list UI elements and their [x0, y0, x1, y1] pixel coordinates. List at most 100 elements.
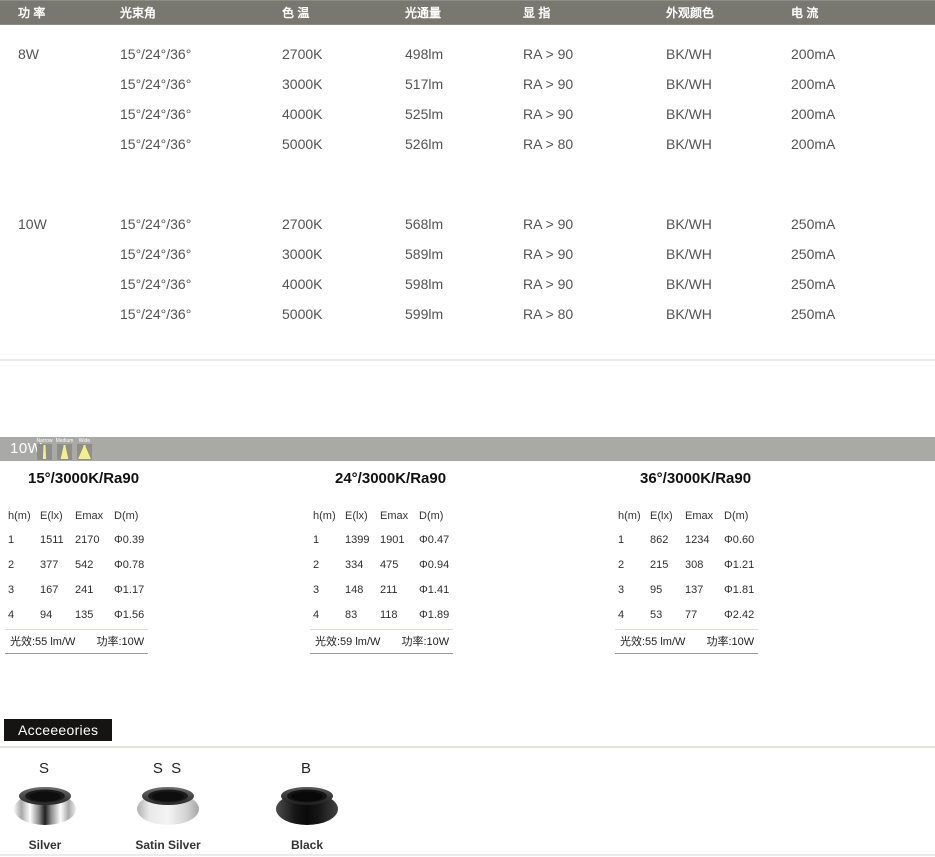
beam-medium: Medium [57, 438, 72, 460]
table-row: 3 95 137 Φ1.81 [610, 577, 935, 602]
cell-cri: RA > 90 [504, 246, 645, 262]
cell-luminous-flux: 599lm [384, 306, 504, 322]
table-row: 15°/24°/36° 5000K 599lm RA > 80 BK/WH 25… [0, 299, 935, 329]
table-row: 3 148 211 Φ1.41 [305, 577, 605, 602]
cell-beam-angle: 15°/24°/36° [102, 46, 263, 62]
beam-wide: Wide [77, 438, 92, 460]
narrow-beam-icon [37, 444, 52, 460]
accessory-black: B Black [262, 760, 352, 852]
medium-beam-icon [57, 444, 72, 460]
efficacy-value: 光效:59 lm/W [315, 636, 380, 648]
col-emax: Emax [685, 510, 724, 522]
table-row: 2 377 542 Φ0.78 [0, 552, 300, 577]
photometric-title: 24°/3000K/Ra90 [305, 470, 605, 488]
cell-current: 200mA [791, 136, 935, 152]
photometry-banner: 10W Narrow Medium Wide [0, 437, 935, 461]
cell-beam-angle: 15°/24°/36° [102, 306, 263, 322]
cell-cri: RA > 90 [504, 106, 645, 122]
col-emax: Emax [380, 510, 419, 522]
table-row: 10W 15°/24°/36° 2700K 568lm RA > 90 BK/W… [0, 209, 935, 239]
photometric-footer: 光效:59 lm/W 功率:10W [310, 629, 453, 654]
cell-color-temp: 2700K [263, 216, 384, 232]
photometric-footer: 光效:55 lm/W 功率:10W [615, 629, 758, 654]
col-e: E(lx) [40, 510, 75, 522]
table-row: 15°/24°/36° 5000K 526lm RA > 80 BK/WH 20… [0, 129, 935, 159]
cell-current: 250mA [791, 276, 935, 292]
col-h: h(m) [618, 510, 650, 522]
photometric-header: h(m) E(lx) Emax D(m) [610, 505, 935, 527]
section-divider [0, 359, 935, 361]
cell-current: 200mA [791, 46, 935, 62]
cell-luminous-flux: 568lm [384, 216, 504, 232]
table-row: 2 215 308 Φ1.21 [610, 552, 935, 577]
cell-luminous-flux: 598lm [384, 276, 504, 292]
cell-current: 250mA [791, 246, 935, 262]
col-header-power: 功 率 [0, 4, 102, 21]
spec-table-header: 功 率 光束角 色 温 光通量 显 指 外观颜色 电 流 [0, 0, 935, 25]
accessory-code: S S [123, 760, 213, 780]
col-emax: Emax [75, 510, 114, 522]
accessory-name: Satin Silver [123, 838, 213, 852]
table-row: 4 94 135 Φ1.56 [0, 602, 300, 627]
table-row: 2 334 475 Φ0.94 [305, 552, 605, 577]
col-e: E(lx) [345, 510, 380, 522]
cell-housing-color: BK/WH [645, 276, 791, 292]
photometric-footer: 光效:55 lm/W 功率:10W [5, 629, 148, 654]
cell-luminous-flux: 589lm [384, 246, 504, 262]
accessories-title: Acceeeories [4, 719, 112, 741]
silver-ring-image [13, 782, 77, 832]
cell-luminous-flux: 517lm [384, 76, 504, 92]
cell-luminous-flux: 526lm [384, 136, 504, 152]
cell-current: 250mA [791, 216, 935, 232]
col-d: D(m) [724, 510, 935, 522]
power-value: 功率:10W [706, 636, 754, 648]
accessory-satin-silver: S S Satin Silver [123, 760, 213, 852]
col-h: h(m) [8, 510, 40, 522]
cell-beam-angle: 15°/24°/36° [102, 106, 263, 122]
accessory-code: B [262, 760, 352, 780]
cell-beam-angle: 15°/24°/36° [102, 136, 263, 152]
efficacy-value: 光效:55 lm/W [10, 636, 75, 648]
col-d: D(m) [114, 510, 300, 522]
cell-current: 200mA [791, 76, 935, 92]
beam-narrow: Narrow [37, 438, 52, 460]
cell-housing-color: BK/WH [645, 136, 791, 152]
page-bottom-divider [0, 854, 935, 856]
cell-cri: RA > 90 [504, 276, 645, 292]
cell-color-temp: 4000K [263, 106, 384, 122]
table-row: 4 83 118 Φ1.89 [305, 602, 605, 627]
table-row: 15°/24°/36° 4000K 525lm RA > 90 BK/WH 20… [0, 99, 935, 129]
cell-color-temp: 5000K [263, 306, 384, 322]
cell-color-temp: 2700K [263, 46, 384, 62]
spec-group-10w: 10W 15°/24°/36° 2700K 568lm RA > 90 BK/W… [0, 209, 935, 329]
accessories-divider [0, 746, 935, 748]
col-header-housing-color: 外观颜色 [645, 4, 791, 21]
table-row: 3 167 241 Φ1.17 [0, 577, 300, 602]
col-header-luminous-flux: 光通量 [384, 4, 504, 21]
col-header-beam-angle: 光束角 [102, 4, 263, 21]
photometric-table-24deg: 24°/3000K/Ra90 h(m) E(lx) Emax D(m) 1 13… [305, 470, 605, 654]
table-row: 1 862 1234 Φ0.60 [610, 527, 935, 552]
photometric-table-15deg: 15°/3000K/Ra90 h(m) E(lx) Emax D(m) 1 15… [0, 470, 300, 654]
col-header-cri: 显 指 [504, 4, 645, 21]
spec-group-8w: 8W 15°/24°/36° 2700K 498lm RA > 90 BK/WH… [0, 39, 935, 159]
col-h: h(m) [313, 510, 345, 522]
col-d: D(m) [419, 510, 605, 522]
datasheet-page: 功 率 光束角 色 温 光通量 显 指 外观颜色 电 流 8W 15°/24°/… [0, 0, 935, 857]
cell-color-temp: 3000K [263, 76, 384, 92]
cell-color-temp: 5000K [263, 136, 384, 152]
accessory-name: Black [262, 838, 352, 852]
cell-beam-angle: 15°/24°/36° [102, 276, 263, 292]
cell-beam-angle: 15°/24°/36° [102, 216, 263, 232]
accessory-name: Silver [0, 838, 90, 852]
cell-housing-color: BK/WH [645, 216, 791, 232]
cell-cri: RA > 80 [504, 306, 645, 322]
wide-beam-icon [77, 444, 92, 460]
cell-color-temp: 4000K [263, 276, 384, 292]
table-row: 1 1511 2170 Φ0.39 [0, 527, 300, 552]
cell-current: 200mA [791, 106, 935, 122]
photometric-title: 15°/3000K/Ra90 [0, 470, 300, 488]
cell-current: 250mA [791, 306, 935, 322]
accessory-silver: S Silver [0, 760, 90, 852]
cell-power: 10W [0, 216, 102, 232]
